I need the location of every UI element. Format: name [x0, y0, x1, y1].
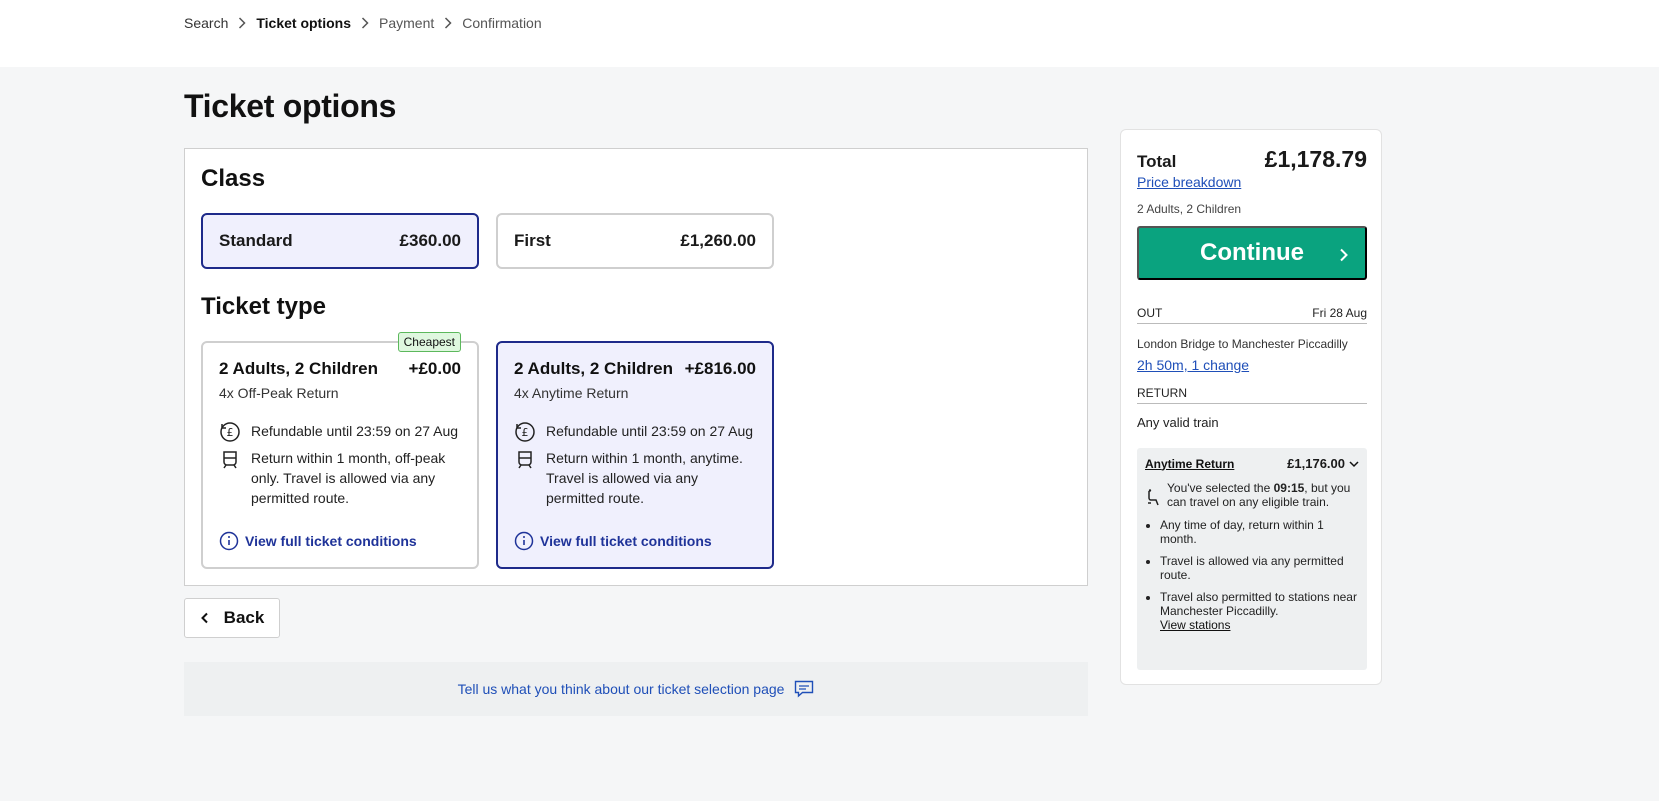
list-item: Any time of day, return within 1 month. [1160, 518, 1359, 546]
ticket-option-off-peak[interactable]: Cheapest 2 Adults, 2 Children +£0.00 4x … [201, 332, 479, 569]
return-row: RETURN [1137, 386, 1367, 404]
refund-feature: £ Refundable until 23:59 on 27 Aug [514, 421, 756, 448]
breadcrumb: Search Ticket options Payment Confirmati… [184, 15, 542, 31]
return-ticket-price: £1,176.00 [1287, 456, 1345, 471]
ticket-name: 4x Off-Peak Return [219, 385, 339, 401]
selected-train-note: You've selected the 09:15, but you can t… [1145, 481, 1359, 510]
ticket-price: +£0.00 [408, 359, 461, 378]
refund-text: Refundable until 23:59 on 27 Aug [546, 423, 754, 439]
breadcrumb-confirmation: Confirmation [462, 15, 542, 31]
validity-text: Return within 1 month, anytime. Travel i… [546, 450, 743, 506]
top-bar: Search Ticket options Payment Confirmati… [0, 0, 1659, 67]
ticket-name: 4x Anytime Return [514, 385, 629, 401]
return-ticket-toggle[interactable]: Anytime Return £1,176.00 [1145, 456, 1359, 471]
info-icon [219, 531, 239, 551]
cheapest-badge: Cheapest [397, 332, 461, 352]
out-route: London Bridge to Manchester Piccadilly [1137, 337, 1348, 351]
chevron-right-icon [351, 17, 379, 29]
comment-icon [795, 680, 814, 698]
class-option-price: £1,260.00 [680, 231, 756, 250]
train-icon [514, 448, 546, 508]
class-heading: Class [201, 165, 266, 192]
out-date: Fri 28 Aug [1312, 306, 1367, 320]
page-title: Ticket options [184, 88, 397, 124]
ticket-option-anytime[interactable]: 2 Adults, 2 Children +£816.00 4x Anytime… [496, 341, 774, 569]
journey-summary: Total £1,178.79 Price breakdown 2 Adults… [1120, 129, 1382, 685]
ticket-price: +£816.00 [684, 359, 756, 378]
class-option-first[interactable]: First £1,260.00 [496, 213, 774, 269]
ticket-passengers: 2 Adults, 2 Children [219, 359, 379, 378]
back-button[interactable]: Back [184, 598, 280, 638]
return-ticket-details: Anytime Return £1,176.00 You've selected… [1137, 448, 1367, 670]
total-label: Total [1137, 152, 1177, 171]
out-row: OUT Fri 28 Aug [1137, 306, 1367, 324]
chevron-down-icon [1349, 460, 1359, 467]
svg-text:£: £ [227, 426, 234, 439]
validity-feature: Return within 1 month, anytime. Travel i… [514, 448, 756, 508]
ticket-options-panel: Class Standard £360.00 First £1,260.00 T… [184, 148, 1088, 586]
feedback-link[interactable]: Tell us what you think about our ticket … [184, 662, 1088, 716]
breadcrumb-search[interactable]: Search [184, 15, 228, 31]
ticket-conditions-list: Any time of day, return within 1 month. … [1145, 518, 1359, 632]
list-item: Travel is allowed via any permitted rout… [1160, 554, 1359, 582]
chevron-left-icon [200, 612, 208, 624]
refund-text: Refundable until 23:59 on 27 Aug [251, 423, 459, 439]
return-label: RETURN [1137, 386, 1187, 400]
passenger-summary: 2 Adults, 2 Children [1137, 202, 1242, 216]
ticket-type-heading: Ticket type [201, 293, 326, 320]
out-label: OUT [1137, 306, 1163, 320]
class-option-label: Standard [219, 231, 293, 250]
class-option-standard[interactable]: Standard £360.00 [201, 213, 479, 269]
return-ticket-name: Anytime Return [1145, 456, 1235, 471]
breadcrumb-payment: Payment [379, 15, 435, 31]
price-breakdown-link[interactable]: Price breakdown [1137, 174, 1241, 190]
seat-icon [1145, 481, 1167, 510]
train-icon [219, 448, 251, 508]
chevron-right-icon [434, 17, 462, 29]
class-option-label: First [514, 231, 551, 250]
refund-icon: £ [219, 421, 251, 448]
return-train: Any valid train [1137, 415, 1219, 430]
refund-feature: £ Refundable until 23:59 on 27 Aug [219, 421, 461, 448]
chevron-right-icon [1340, 248, 1348, 262]
validity-feature: Return within 1 month, off-peak only. Tr… [219, 448, 461, 508]
list-item: Travel also permitted to stations near M… [1160, 590, 1359, 632]
view-ticket-conditions-link[interactable]: View full ticket conditions [514, 531, 712, 551]
class-option-price: £360.00 [399, 231, 461, 250]
svg-text:£: £ [522, 426, 529, 439]
chevron-right-icon [228, 17, 256, 29]
continue-button[interactable]: Continue [1137, 226, 1367, 280]
validity-text: Return within 1 month, off-peak only. Tr… [251, 450, 446, 506]
view-stations-link[interactable]: View stations [1160, 618, 1359, 632]
journey-details-link[interactable]: 2h 50m, 1 change [1137, 357, 1249, 373]
total-value: £1,178.79 [1264, 146, 1367, 172]
info-icon [514, 531, 534, 551]
refund-icon: £ [514, 421, 546, 448]
view-ticket-conditions-link[interactable]: View full ticket conditions [219, 531, 417, 551]
breadcrumb-ticket-options: Ticket options [256, 15, 352, 31]
ticket-passengers: 2 Adults, 2 Children [514, 359, 674, 378]
